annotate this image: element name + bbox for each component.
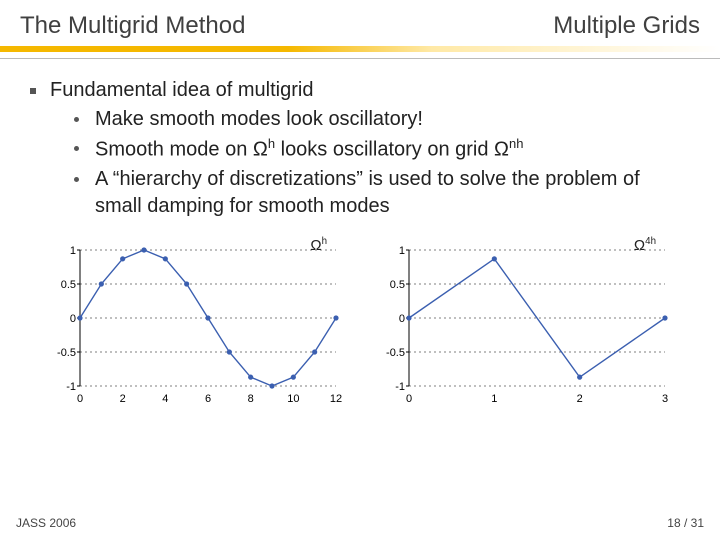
title-left: The Multigrid Method [20, 12, 245, 40]
chart-right-label: Ω4h [634, 236, 656, 254]
svg-text:8: 8 [248, 393, 254, 405]
dot-bullet-icon [74, 177, 79, 182]
svg-text:-0.5: -0.5 [57, 347, 76, 359]
slide-footer: JASS 2006 18 / 31 [16, 516, 704, 530]
dot-bullet-icon [74, 117, 79, 122]
svg-text:4: 4 [162, 393, 168, 405]
footer-left: JASS 2006 [16, 516, 76, 530]
dot-bullet-icon [74, 146, 79, 151]
svg-text:-1: -1 [395, 381, 405, 393]
svg-text:12: 12 [330, 393, 342, 405]
chart-left: Ωh -1-0.500.51024681012 [46, 236, 355, 406]
svg-text:0: 0 [70, 313, 76, 325]
content-area: Fundamental idea of multigrid Make smoot… [0, 69, 720, 220]
sub-bullet-text: A “hierarchy of discretizations” is used… [95, 166, 690, 220]
svg-text:-0.5: -0.5 [386, 347, 405, 359]
svg-text:-1: -1 [66, 381, 76, 393]
footer-right: 18 / 31 [667, 516, 704, 530]
svg-text:10: 10 [287, 393, 299, 405]
svg-text:2: 2 [120, 393, 126, 405]
svg-text:0.5: 0.5 [390, 279, 405, 291]
svg-text:6: 6 [205, 393, 211, 405]
sub-bullet-text: Make smooth modes look oscillatory! [95, 106, 423, 133]
chart-left-label: Ωh [310, 236, 327, 254]
main-bullet-text: Fundamental idea of multigrid [50, 77, 313, 104]
svg-text:0: 0 [406, 393, 412, 405]
chart-right: Ω4h -1 -0.5 0 0.5 1 0 1 2 3 [375, 236, 684, 406]
sub-bullet: Smooth mode on Ωh looks oscillatory on g… [74, 135, 690, 164]
charts-row: Ωh -1-0.500.51024681012 Ω4h -1-0.500.510… [0, 222, 720, 406]
svg-text:0: 0 [77, 393, 83, 405]
chart-left-svg: -1-0.500.51024681012 [46, 236, 346, 406]
chart-right-svg: -1 -0.5 0 0.5 1 0 1 2 3 [375, 236, 675, 406]
sub-bullet-list: Make smooth modes look oscillatory! Smoo… [74, 106, 690, 220]
title-right: Multiple Grids [553, 12, 700, 40]
hairline [0, 58, 720, 59]
svg-text:1: 1 [399, 245, 405, 257]
main-bullet: Fundamental idea of multigrid [30, 77, 690, 104]
svg-text:1: 1 [491, 393, 497, 405]
accent-bar [0, 46, 720, 52]
svg-text:0.5: 0.5 [61, 279, 76, 291]
svg-text:0: 0 [399, 313, 405, 325]
slide-header: The Multigrid Method Multiple Grids [0, 0, 720, 46]
svg-text:1: 1 [70, 245, 76, 257]
svg-text:3: 3 [662, 393, 668, 405]
svg-text:2: 2 [577, 393, 583, 405]
sub-bullet-text: Smooth mode on Ωh looks oscillatory on g… [95, 135, 523, 164]
sub-bullet: A “hierarchy of discretizations” is used… [74, 166, 690, 220]
square-bullet-icon [30, 88, 36, 94]
sub-bullet: Make smooth modes look oscillatory! [74, 106, 690, 133]
